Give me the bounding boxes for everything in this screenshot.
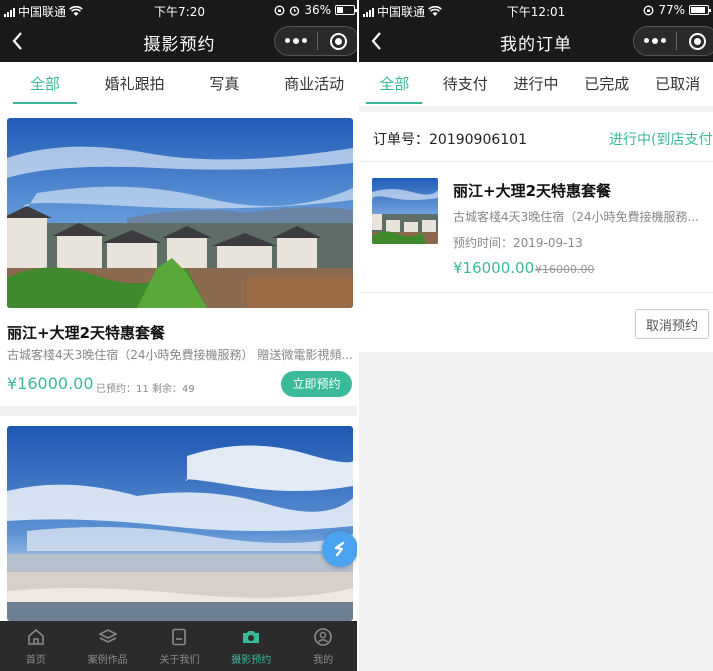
cancel-booking-button[interactable]: 取消预约 bbox=[635, 309, 709, 339]
tab-wedding[interactable]: 婚礼跟拍 bbox=[90, 62, 180, 106]
more-dots-icon[interactable] bbox=[634, 38, 676, 44]
nav-item-about[interactable]: 关于我们 bbox=[144, 621, 216, 671]
package-title: 丽江+大理2天特惠套餐 bbox=[7, 324, 166, 342]
orders-screen: 中国联通 下午12:01 77% 我的订单 全部 待支付 进行中 已完成 已取消… bbox=[359, 0, 713, 671]
battery-icon bbox=[335, 5, 357, 15]
close-target-icon[interactable] bbox=[318, 32, 359, 50]
alarm-icon bbox=[290, 5, 300, 16]
customer-service-button[interactable] bbox=[322, 531, 358, 567]
nav-bar: 摄影预约 bbox=[0, 20, 359, 62]
bottom-navigation: 首页 案例作品 关于我们 摄影预约 我的 bbox=[0, 621, 359, 671]
order-card[interactable]: 订单号：20190906101 进行中(到店支付) 丽江+大理2天特惠套餐 古城… bbox=[359, 112, 713, 352]
order-title: 丽江+大理2天特惠套餐 bbox=[453, 182, 612, 200]
order-description: 古城客棧4天3晚住宿（24小時免費接機服務... bbox=[453, 210, 699, 224]
tab-cancelled[interactable]: 已取消 bbox=[642, 62, 713, 106]
order-number: 订单号：20190906101 bbox=[373, 132, 527, 148]
home-icon bbox=[28, 628, 44, 645]
user-icon bbox=[314, 627, 332, 646]
mini-program-capsule bbox=[633, 26, 713, 56]
camera-icon bbox=[243, 630, 260, 643]
tab-commercial[interactable]: 商业活动 bbox=[269, 62, 359, 106]
booking-count: 已预约：11 剩余：49 bbox=[96, 384, 195, 395]
category-tabs: 全部 婚礼跟拍 写真 商业活动 bbox=[0, 62, 359, 106]
order-price: ¥16000.00 bbox=[453, 259, 535, 277]
order-status-tabs: 全部 待支付 进行中 已完成 已取消 bbox=[359, 62, 713, 106]
book-now-button[interactable]: 立即预约 bbox=[281, 371, 352, 397]
order-header: 订单号：20190906101 进行中(到店支付) bbox=[359, 112, 713, 162]
more-dots-icon[interactable] bbox=[275, 38, 317, 44]
document-icon bbox=[172, 628, 187, 645]
nav-item-mine[interactable]: 我的 bbox=[287, 621, 359, 671]
layers-icon bbox=[97, 628, 118, 643]
service-logo-icon bbox=[334, 541, 345, 557]
appointment-time: 预约时间：2019-09-13 bbox=[453, 236, 583, 250]
package-card[interactable] bbox=[0, 416, 359, 621]
mini-program-capsule bbox=[274, 26, 359, 56]
package-description: 古城客棧4天3晚住宿（24小時免費接機服務） 贈送微電影視頻... bbox=[7, 348, 353, 362]
nav-item-booking[interactable]: 摄影预约 bbox=[215, 621, 287, 671]
battery-percent: 77% bbox=[658, 3, 685, 17]
booking-screen: 中国联通 下午7:20 36% 摄影预约 全部 婚礼跟拍 写真 商业活动 丽江+… bbox=[0, 0, 359, 671]
package-card[interactable]: 丽江+大理2天特惠套餐 古城客棧4天3晚住宿（24小時免費接機服務） 贈送微電影… bbox=[0, 106, 359, 406]
nav-item-home[interactable]: 首页 bbox=[0, 621, 72, 671]
nav-item-cases[interactable]: 案例作品 bbox=[72, 621, 144, 671]
tab-in-progress[interactable]: 进行中 bbox=[501, 62, 572, 106]
tab-completed[interactable]: 已完成 bbox=[571, 62, 642, 106]
order-thumbnail[interactable] bbox=[372, 178, 438, 244]
rotation-lock-icon bbox=[643, 5, 654, 15]
nav-bar: 我的订单 bbox=[359, 20, 713, 62]
order-status: 进行中(到店支付) bbox=[609, 132, 713, 148]
battery-percent: 36% bbox=[304, 3, 331, 17]
rotation-lock-icon bbox=[274, 5, 285, 15]
tab-all[interactable]: 全部 bbox=[359, 62, 430, 106]
package-feed: 丽江+大理2天特惠套餐 古城客棧4天3晚住宿（24小時免費接機服務） 贈送微電影… bbox=[0, 106, 359, 621]
tab-pending-payment[interactable]: 待支付 bbox=[430, 62, 501, 106]
close-target-icon[interactable] bbox=[677, 32, 713, 50]
original-price: ¥16000.00 bbox=[535, 263, 595, 276]
package-price: ¥16000.00 bbox=[7, 374, 94, 393]
battery-icon bbox=[689, 5, 711, 15]
package-photo[interactable] bbox=[7, 426, 353, 621]
package-photo[interactable] bbox=[7, 118, 353, 308]
status-bar: 中国联通 下午7:20 36% bbox=[0, 0, 359, 20]
tab-all[interactable]: 全部 bbox=[0, 62, 90, 106]
tab-portrait[interactable]: 写真 bbox=[180, 62, 270, 106]
status-bar: 中国联通 下午12:01 77% bbox=[359, 0, 713, 20]
